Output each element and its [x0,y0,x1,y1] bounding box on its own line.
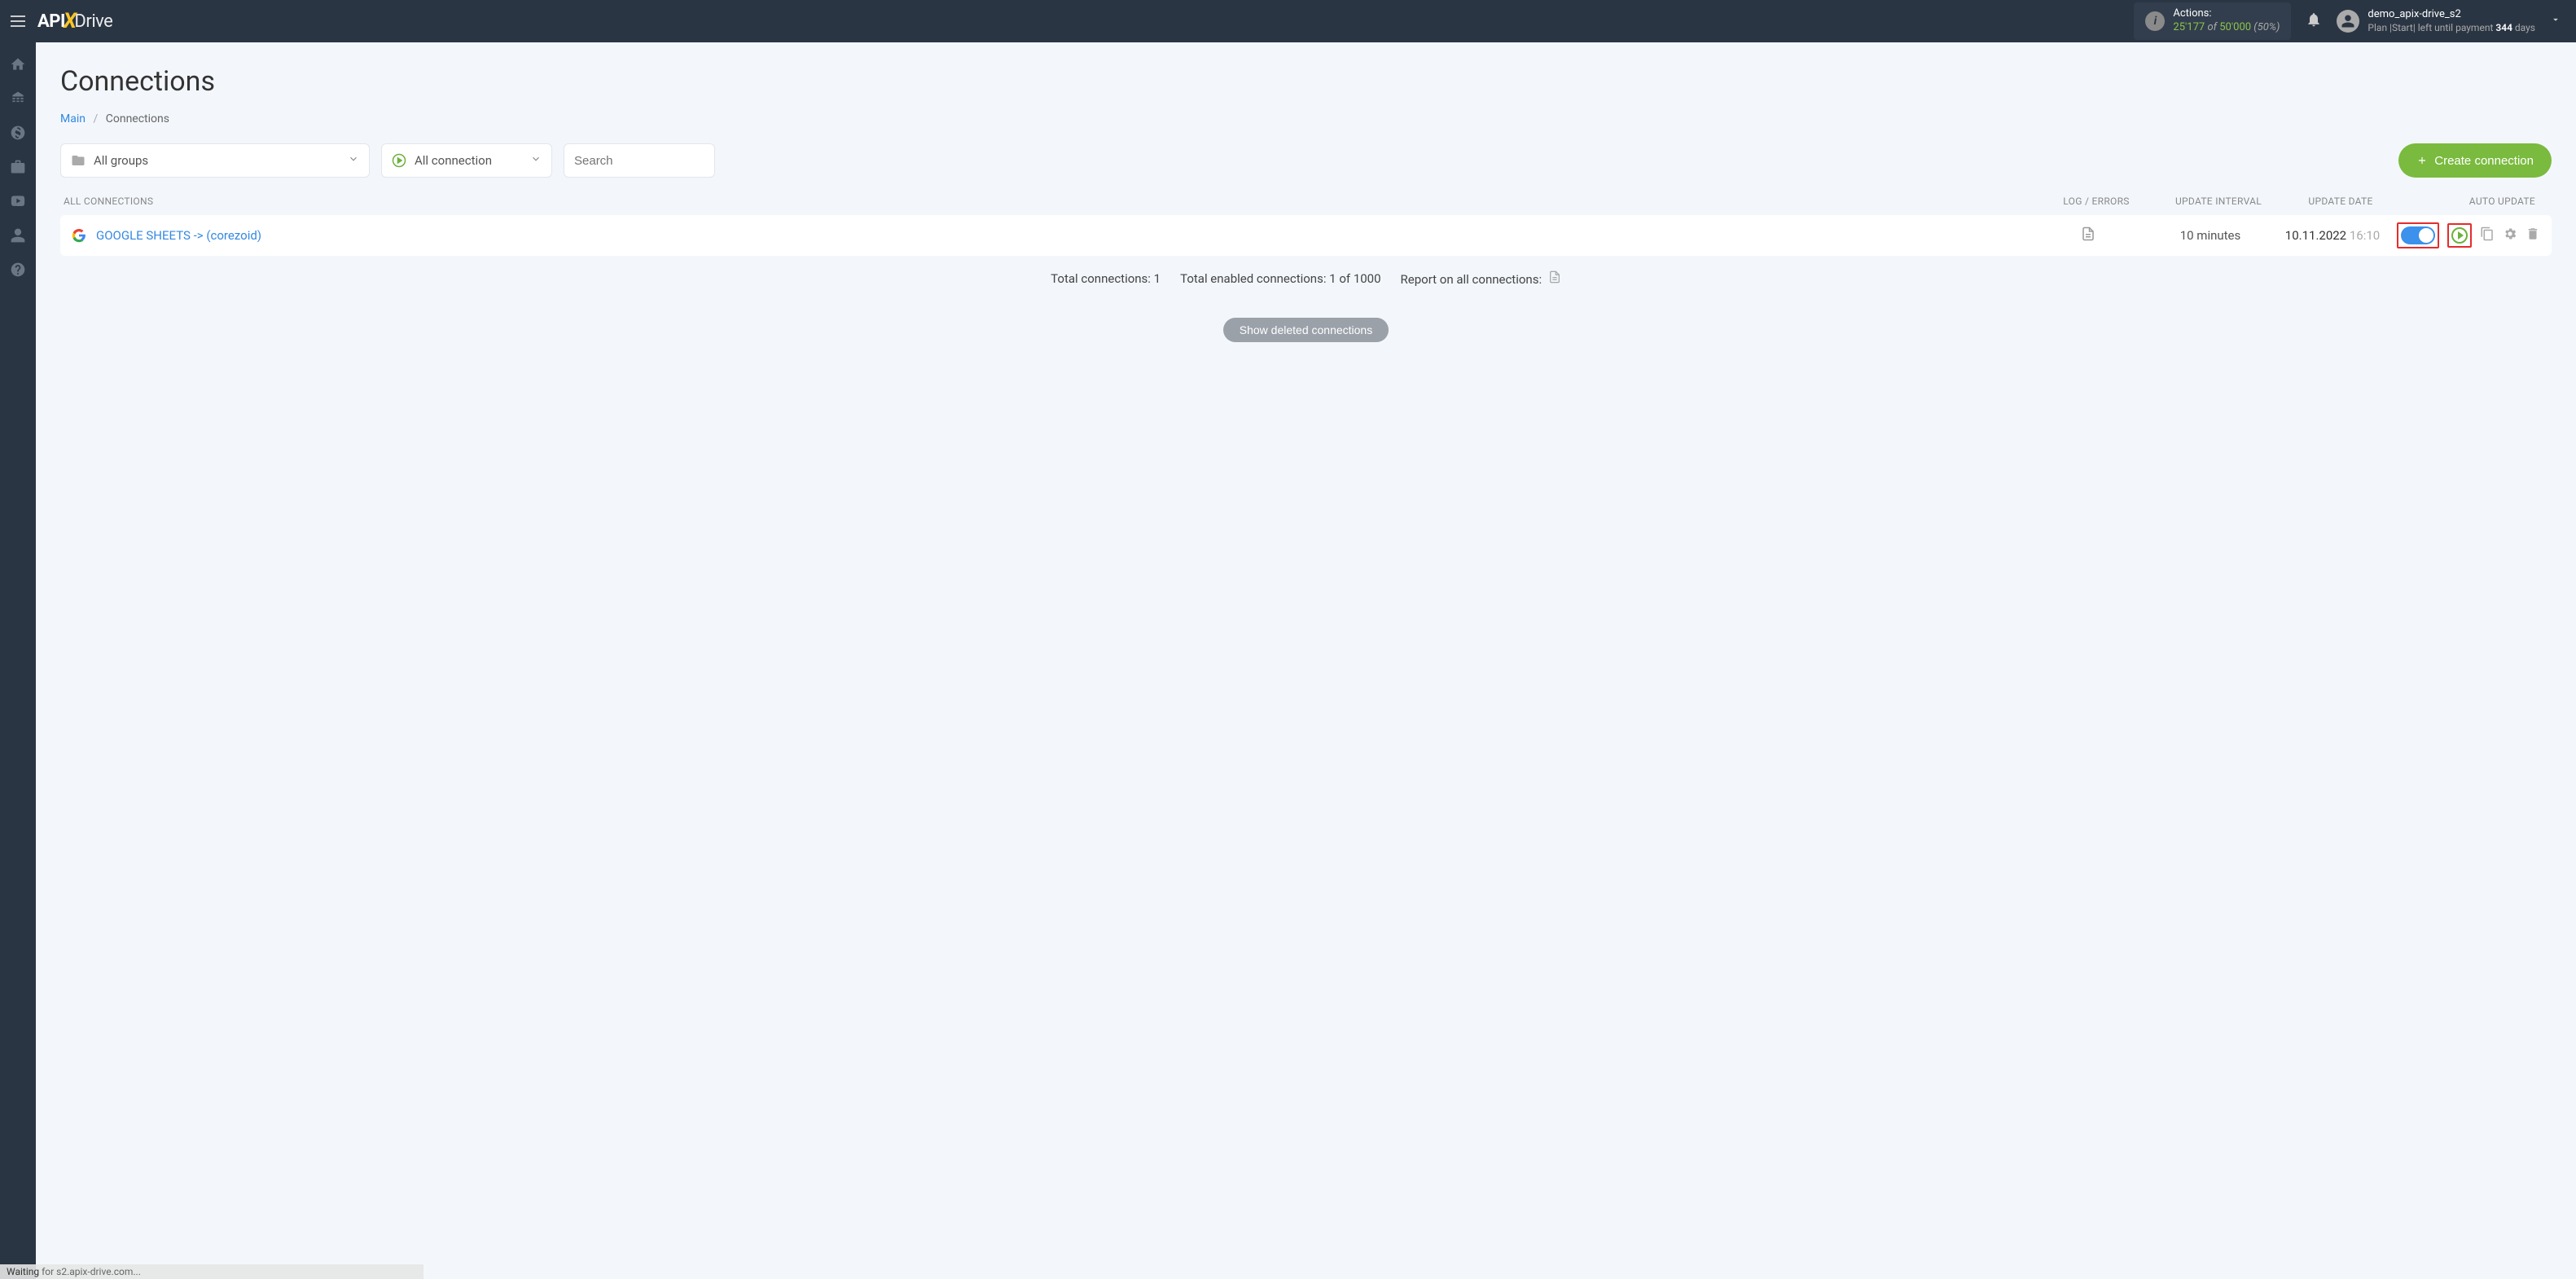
connection-date-value: 10.11.2022 [2285,228,2346,243]
logo[interactable]: API X Drive [37,9,112,33]
status-select-label: All connection [415,153,492,168]
status-rest: for s2.apix-drive.com... [39,1266,141,1277]
username: demo_apix-drive_s2 [2368,8,2535,22]
left-sidebar [0,42,36,1279]
sidebar-user-icon[interactable] [0,218,36,253]
notifications-bell-icon[interactable] [2306,11,2322,31]
actions-used: 25'177 [2173,21,2205,33]
page-title: Connections [60,65,2552,98]
connection-name-link[interactable]: GOOGLE SHEETS -> (corezoid) [96,228,2027,243]
folder-icon [71,153,86,168]
create-connection-label: Create connection [2434,154,2534,168]
sidebar-sitemap-icon[interactable] [0,81,36,116]
show-deleted-button[interactable]: Show deleted connections [1223,318,1389,342]
breadcrumb-current: Connections [106,112,169,125]
breadcrumb: Main / Connections [60,112,2552,125]
table-header-auto: Auto update [2402,196,2548,207]
highlight-toggle [2397,222,2439,248]
summary-report: Report on all connections: [1401,270,1561,287]
settings-icon[interactable] [2503,226,2517,244]
create-connection-button[interactable]: Create connection [2398,143,2552,178]
actions-text: Actions: 25'177 of 50'000 (50%) [2173,7,2280,35]
plan-days: 344 [2495,22,2512,33]
sidebar-video-icon[interactable] [0,184,36,218]
run-button[interactable] [2451,227,2468,244]
summary-enabled: Total enabled connections: 1 of 1000 [1180,271,1380,286]
actions-label: Actions: [2173,7,2280,21]
chevron-down-icon [530,153,542,168]
filters-row: All groups All connection [60,143,2552,178]
user-avatar-icon [2337,10,2359,33]
table-header-log: Log / Errors [2035,196,2157,207]
user-info: demo_apix-drive_s2 Plan |Start| left unt… [2368,8,2535,34]
sidebar-billing-icon[interactable] [0,116,36,150]
google-icon [72,228,86,243]
sidebar-home-icon[interactable] [0,47,36,81]
auto-update-toggle[interactable] [2401,226,2435,244]
actions-of: of [2207,21,2217,33]
summary-row: Total connections: 1 Total enabled conne… [60,270,2552,287]
summary-report-label: Report on all connections: [1401,272,1543,287]
plan-prefix: Plan |Start| left until payment [2368,22,2495,33]
sidebar-help-icon[interactable] [0,253,36,287]
main-content: Connections Main / Connections All group… [36,42,2576,1279]
connection-interval: 10 minutes [2149,228,2271,243]
copy-icon[interactable] [2480,226,2495,244]
connection-row: GOOGLE SHEETS -> (corezoid) 10 minutes 1… [60,215,2552,256]
groups-select-label: All groups [94,153,148,168]
table-header-row: All connections Log / Errors Update inte… [60,196,2552,215]
table-header-date: Update date [2280,196,2402,207]
search-input[interactable] [574,154,704,168]
chevron-down-icon [348,153,359,168]
search-box[interactable] [564,143,715,178]
connection-log-button[interactable] [2027,226,2149,244]
chevron-down-icon [2550,14,2561,29]
play-circle-icon [392,153,406,168]
document-icon[interactable] [1548,272,1561,287]
hamburger-menu[interactable] [8,11,28,31]
logo-text-api: API [37,11,65,32]
logo-text-x: X [64,9,77,33]
breadcrumb-main-link[interactable]: Main [60,112,86,125]
status-select[interactable]: All connection [381,143,552,178]
groups-select[interactable]: All groups [60,143,370,178]
sidebar-briefcase-icon[interactable] [0,150,36,184]
status-waiting: Waiting [7,1266,39,1277]
document-icon [2081,226,2095,241]
plus-icon [2416,155,2428,166]
summary-total: Total connections: 1 [1051,271,1161,286]
browser-status-bar: Waiting for s2.apix-drive.com... [0,1264,423,1279]
actions-info-box[interactable]: i Actions: 25'177 of 50'000 (50%) [2134,2,2291,40]
breadcrumb-separator: / [93,112,98,125]
logo-text-drive: Drive [74,11,112,32]
user-menu[interactable]: demo_apix-drive_s2 Plan |Start| left unt… [2337,8,2568,34]
actions-pct: (50%) [2253,21,2280,33]
connection-actions [2394,222,2540,248]
plan-days-suffix: days [2512,22,2535,33]
actions-limit: 50'000 [2219,21,2251,33]
highlight-play [2447,223,2472,248]
connection-date: 10.11.2022 16:10 [2271,228,2394,243]
plan-info: Plan |Start| left until payment 344 days [2368,22,2535,35]
connection-time-value: 16:10 [2350,228,2380,243]
delete-icon[interactable] [2526,226,2540,244]
top-header: API X Drive i Actions: 25'177 of 50'000 … [0,0,2576,42]
table-header-name: All connections [64,196,2035,207]
table-header-interval: Update interval [2157,196,2280,207]
info-icon: i [2145,11,2165,31]
